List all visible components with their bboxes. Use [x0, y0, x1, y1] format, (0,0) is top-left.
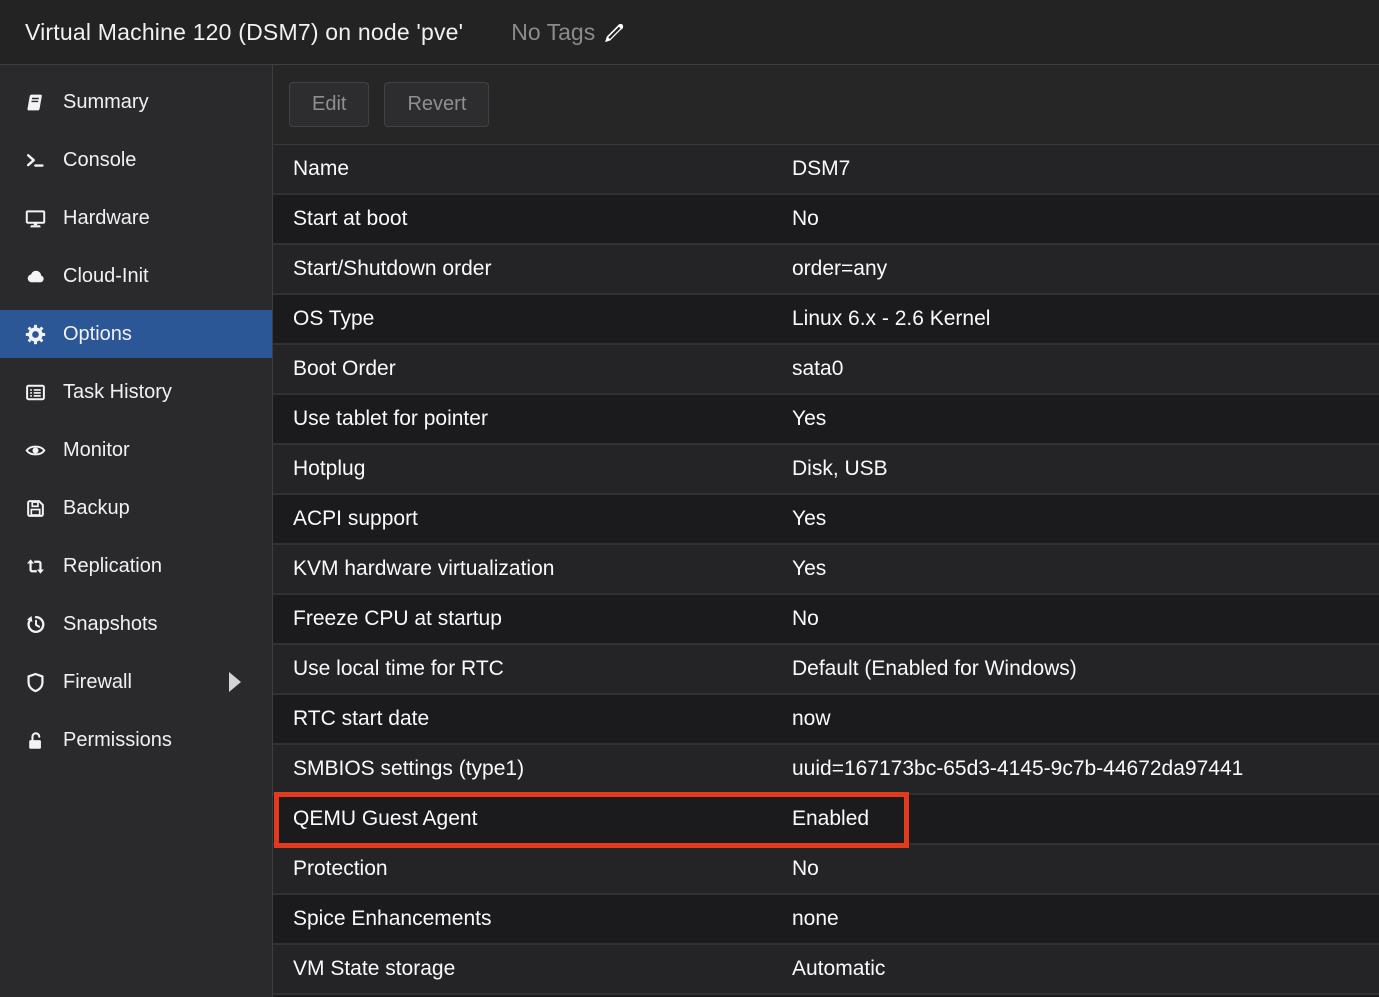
table-row[interactable]: Spice Enhancements none — [273, 895, 1379, 945]
shield-icon — [24, 672, 46, 693]
sidebar-item-label: Cloud-Init — [63, 265, 149, 288]
book-icon — [24, 92, 46, 113]
table-row[interactable]: Start/Shutdown order order=any — [273, 245, 1379, 295]
terminal-icon — [24, 150, 46, 171]
option-label: Start/Shutdown order — [273, 257, 792, 281]
sidebar-item-snapshots[interactable]: Snapshots — [0, 600, 272, 648]
eye-icon — [24, 440, 46, 461]
option-label: RTC start date — [273, 707, 792, 731]
content-panel: Edit Revert Name DSM7 Start at boot No S… — [273, 65, 1379, 997]
sidebar-item-backup[interactable]: Backup — [0, 484, 272, 532]
option-label: QEMU Guest Agent — [273, 807, 792, 831]
page-title: Virtual Machine 120 (DSM7) on node 'pve' — [25, 19, 463, 46]
table-row[interactable]: QEMU Guest Agent Enabled — [273, 795, 1379, 845]
table-row[interactable]: Protection No — [273, 845, 1379, 895]
sidebar-item-label: Task History — [63, 381, 172, 404]
option-value: Linux 6.x - 2.6 Kernel — [792, 307, 1379, 331]
unlock-icon — [24, 730, 46, 751]
edit-button[interactable]: Edit — [289, 82, 369, 127]
desktop-icon — [24, 208, 46, 229]
sidebar-item-label: Backup — [63, 497, 130, 520]
sidebar-item-label: Hardware — [63, 207, 150, 230]
table-row[interactable]: VM State storage Automatic — [273, 945, 1379, 995]
option-label: OS Type — [273, 307, 792, 331]
app-body: Summary Console Hardware Cloud-Init Opti… — [0, 65, 1379, 997]
table-row[interactable]: RTC start date now — [273, 695, 1379, 745]
option-value: uuid=167173bc-65d3-4145-9c7b-44672da9744… — [792, 757, 1379, 781]
table-row[interactable]: Name DSM7 — [273, 145, 1379, 195]
options-table: Name DSM7 Start at boot No Start/Shutdow… — [273, 144, 1379, 997]
sidebar-item-options[interactable]: Options — [0, 310, 272, 358]
option-value: No — [792, 207, 1379, 231]
option-value: Automatic — [792, 957, 1379, 981]
table-row[interactable]: OS Type Linux 6.x - 2.6 Kernel — [273, 295, 1379, 345]
sidebar-item-permissions[interactable]: Permissions — [0, 716, 272, 764]
option-value: No — [792, 857, 1379, 881]
table-row[interactable]: Boot Order sata0 — [273, 345, 1379, 395]
table-row[interactable]: KVM hardware virtualization Yes — [273, 545, 1379, 595]
option-value: Default (Enabled for Windows) — [792, 657, 1379, 681]
option-value: Yes — [792, 407, 1379, 431]
sidebar-item-label: Firewall — [63, 671, 132, 694]
option-value: sata0 — [792, 357, 1379, 381]
option-label: Freeze CPU at startup — [273, 607, 792, 631]
sidebar-item-label: Monitor — [63, 439, 130, 462]
table-row[interactable]: Use tablet for pointer Yes — [273, 395, 1379, 445]
option-label: Name — [273, 157, 792, 181]
table-row[interactable]: ACPI support Yes — [273, 495, 1379, 545]
option-label: Protection — [273, 857, 792, 881]
sidebar-item-label: Permissions — [63, 729, 172, 752]
sidebar-item-label: Console — [63, 149, 136, 172]
table-row[interactable]: SMBIOS settings (type1) uuid=167173bc-65… — [273, 745, 1379, 795]
tags-label: No Tags — [511, 19, 595, 46]
pencil-icon[interactable] — [602, 20, 627, 45]
option-label: VM State storage — [273, 957, 792, 981]
retweet-icon — [24, 556, 46, 577]
sidebar-item-hardware[interactable]: Hardware — [0, 194, 272, 242]
sidebar-item-summary[interactable]: Summary — [0, 78, 272, 126]
table-row[interactable]: Start at boot No — [273, 195, 1379, 245]
caret-right-icon — [229, 672, 241, 692]
option-label: SMBIOS settings (type1) — [273, 757, 792, 781]
table-row[interactable]: Freeze CPU at startup No — [273, 595, 1379, 645]
option-label: Use local time for RTC — [273, 657, 792, 681]
option-label: KVM hardware virtualization — [273, 557, 792, 581]
list-icon — [24, 382, 46, 403]
option-value: order=any — [792, 257, 1379, 281]
option-label: ACPI support — [273, 507, 792, 531]
option-label: Boot Order — [273, 357, 792, 381]
page-header: Virtual Machine 120 (DSM7) on node 'pve'… — [0, 0, 1379, 65]
sidebar-item-replication[interactable]: Replication — [0, 542, 272, 590]
option-value: Yes — [792, 507, 1379, 531]
option-value: Enabled — [792, 807, 1379, 831]
sidebar-item-cloud-init[interactable]: Cloud-Init — [0, 252, 272, 300]
floppy-icon — [24, 498, 46, 519]
sidebar-item-task-history[interactable]: Task History — [0, 368, 272, 416]
option-value: Yes — [792, 557, 1379, 581]
option-value: DSM7 — [792, 157, 1379, 181]
toolbar: Edit Revert — [273, 65, 1379, 144]
sidebar-item-monitor[interactable]: Monitor — [0, 426, 272, 474]
gear-icon — [24, 324, 46, 345]
sidebar-item-firewall[interactable]: Firewall — [0, 658, 272, 706]
option-label: Start at boot — [273, 207, 792, 231]
sidebar-item-label: Snapshots — [63, 613, 158, 636]
sidebar-item-label: Replication — [63, 555, 162, 578]
history-icon — [24, 614, 46, 635]
table-row[interactable]: Hotplug Disk, USB — [273, 445, 1379, 495]
table-row[interactable]: Use local time for RTC Default (Enabled … — [273, 645, 1379, 695]
option-label: Spice Enhancements — [273, 907, 792, 931]
revert-button[interactable]: Revert — [384, 82, 489, 127]
option-value: Disk, USB — [792, 457, 1379, 481]
option-value: No — [792, 607, 1379, 631]
cloud-icon — [24, 266, 46, 287]
option-value: now — [792, 707, 1379, 731]
sidebar-item-label: Options — [63, 323, 132, 346]
sidebar-item-label: Summary — [63, 91, 149, 114]
sidebar: Summary Console Hardware Cloud-Init Opti… — [0, 65, 273, 997]
sidebar-item-console[interactable]: Console — [0, 136, 272, 184]
option-label: Hotplug — [273, 457, 792, 481]
option-label: Use tablet for pointer — [273, 407, 792, 431]
option-value: none — [792, 907, 1379, 931]
